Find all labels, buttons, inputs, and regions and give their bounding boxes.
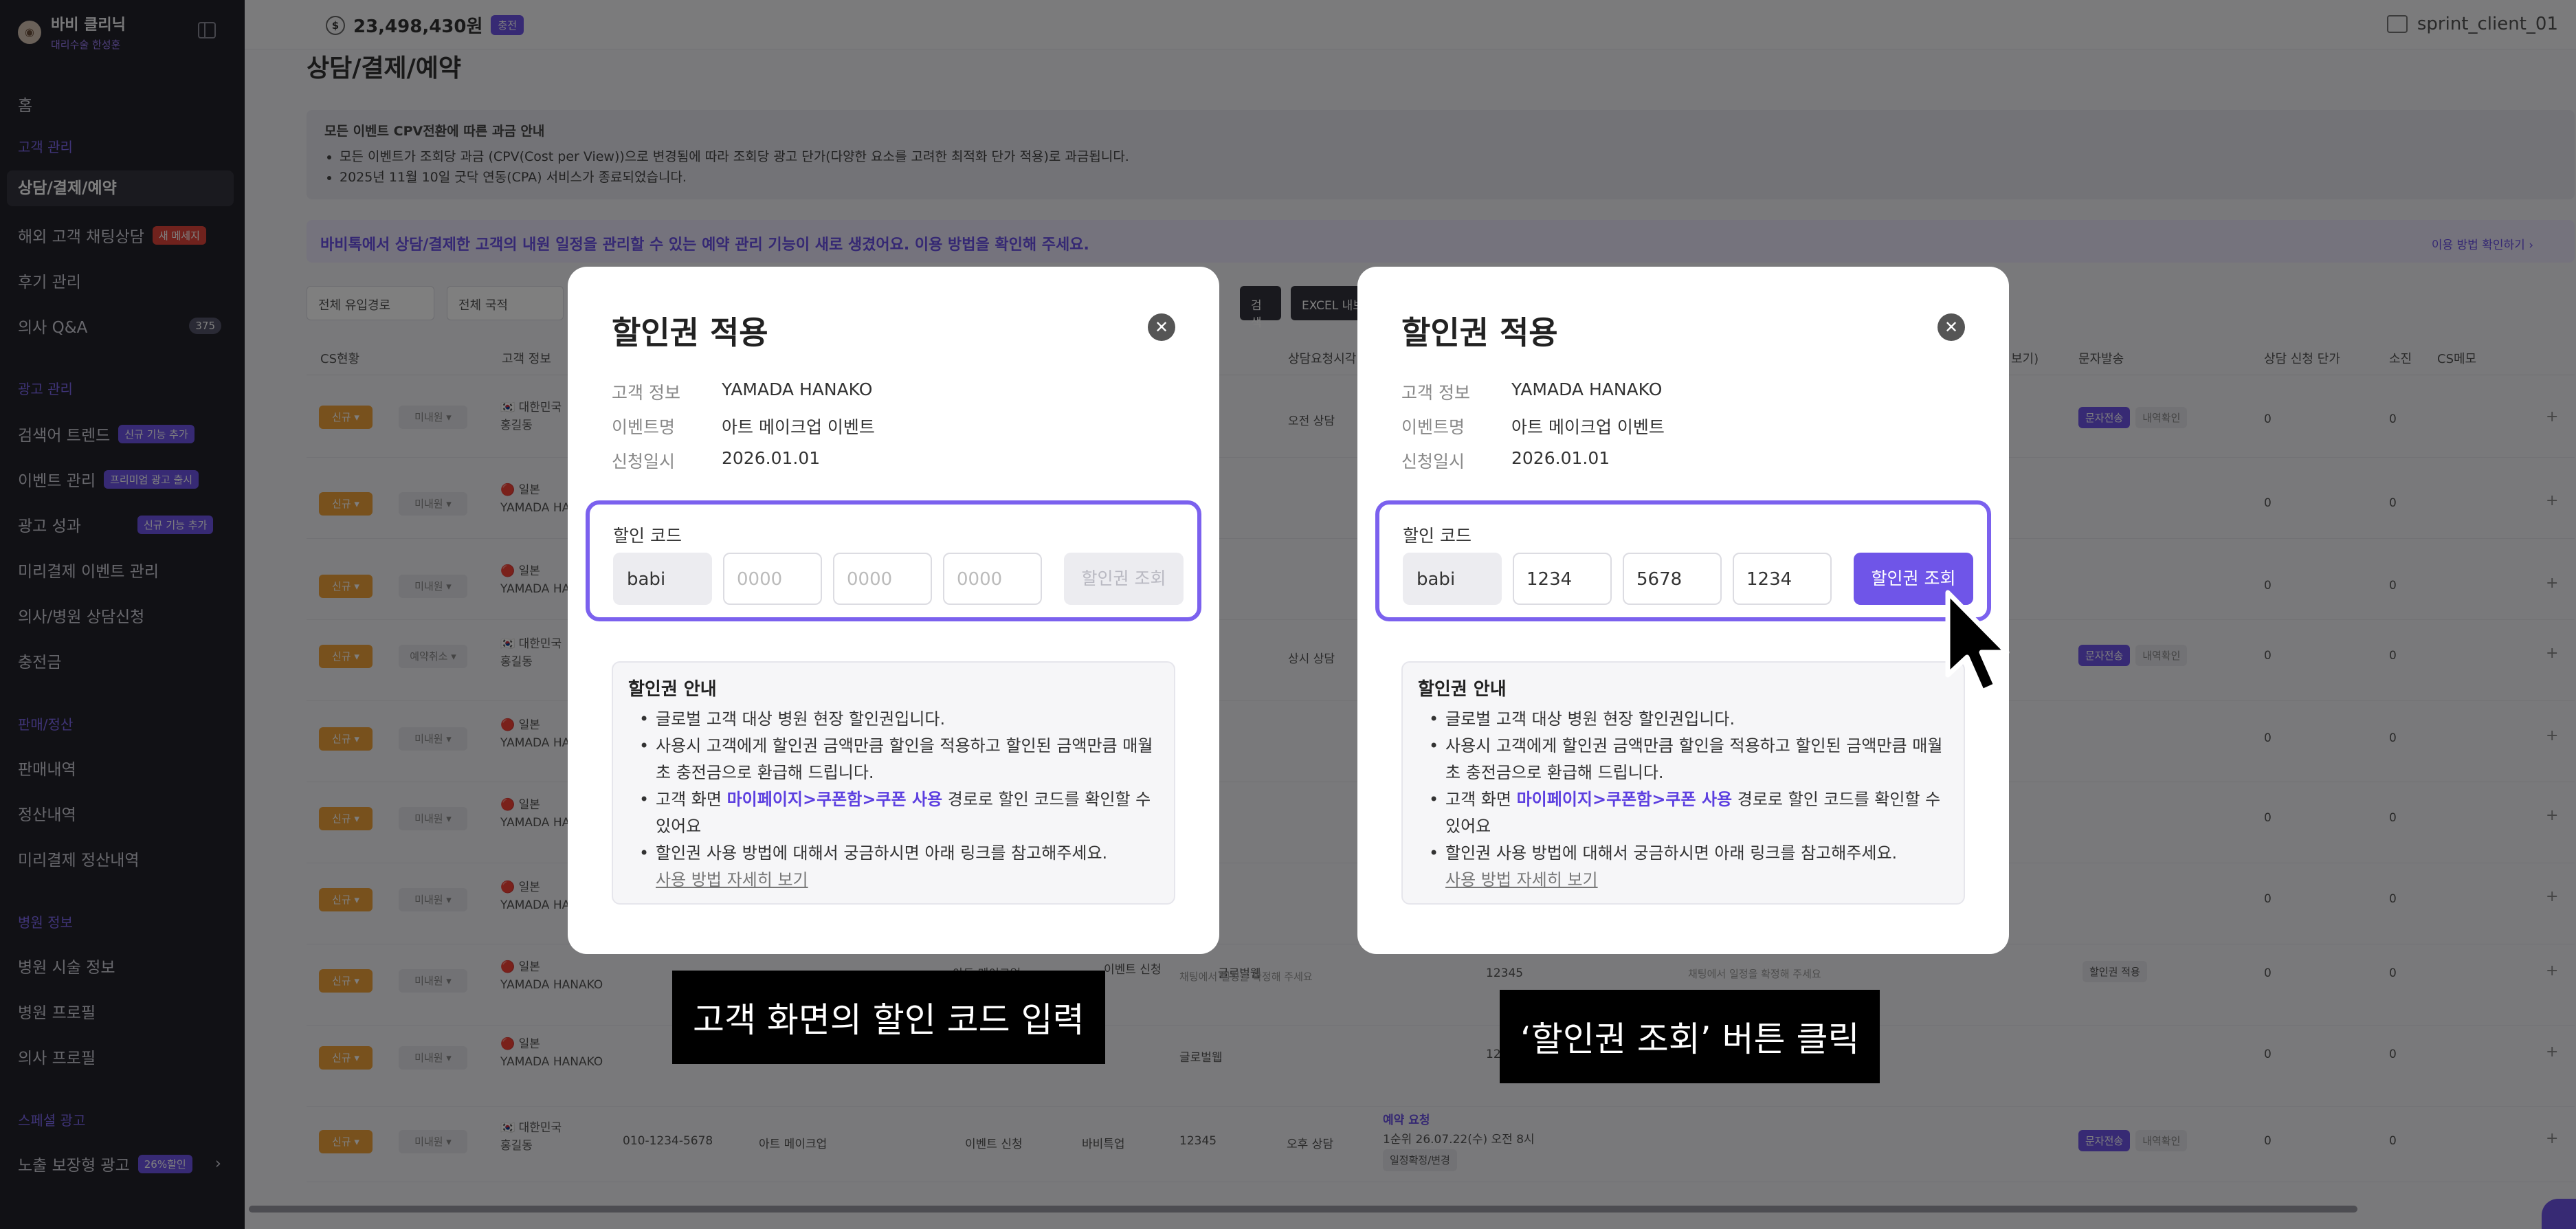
- coupon-guide: 할인권 안내 글로벌 고객 대상 병원 현장 할인권입니다. 사용시 고객에게 …: [1401, 661, 1965, 905]
- guide-item: 고객 화면 마이페이지>쿠폰함>쿠폰 사용 경로로 할인 코드를 확인할 수 있…: [1418, 786, 1948, 840]
- info-label: 고객 정보: [612, 383, 680, 403]
- info-label: 이벤트명: [1401, 417, 1465, 437]
- info-customer: 고객 정보 YAMADA HANAKO: [612, 379, 872, 404]
- code-input-2[interactable]: 0000: [833, 553, 932, 605]
- code-input-1[interactable]: 1234: [1513, 553, 1612, 605]
- guide-item: 사용시 고객에게 할인권 금액만큼 할인을 적용하고 할인된 금액만큼 매월 초…: [1418, 733, 1948, 786]
- guide-link-item: 사용 방법 자세히 보기: [1418, 867, 1948, 894]
- code-label: 할인 코드: [613, 526, 682, 546]
- code-prefix: babi: [613, 553, 712, 605]
- guide-item: 할인권 사용 방법에 대해서 궁금하시면 아래 링크를 참고해주세요.: [628, 840, 1159, 867]
- guide-title: 할인권 안내: [1418, 679, 1507, 700]
- code-prefix: babi: [1403, 553, 1502, 605]
- guide-title: 할인권 안내: [628, 679, 717, 700]
- coupon-path-highlight: 마이페이지>쿠폰함>쿠폰 사용: [726, 790, 943, 809]
- guide-item: 고객 화면 마이페이지>쿠폰함>쿠폰 사용 경로로 할인 코드를 확인할 수 있…: [628, 786, 1159, 840]
- close-icon[interactable]: ✕: [1148, 313, 1175, 341]
- code-input-1[interactable]: 0000: [723, 553, 822, 605]
- guide-text: 고객 화면: [656, 790, 727, 809]
- guide-item: 글로벌 고객 대상 병원 현장 할인권입니다.: [1418, 706, 1948, 733]
- usage-detail-link[interactable]: 사용 방법 자세히 보기: [1445, 870, 1598, 889]
- code-input-2[interactable]: 5678: [1623, 553, 1722, 605]
- info-date: 신청일시 2026.01.01: [612, 448, 820, 473]
- mouse-cursor-icon: [1945, 590, 2010, 694]
- coupon-modal-empty: 할인권 적용 ✕ 고객 정보 YAMADA HANAKO 이벤트명 아트 메이크업 …: [568, 267, 1219, 954]
- guide-text: 고객 화면: [1445, 790, 1517, 809]
- info-value: 2026.01.01: [722, 448, 821, 468]
- coupon-modal-filled: 할인권 적용 ✕ 고객 정보 YAMADA HANAKO 이벤트명 아트 메이크업 …: [1357, 267, 2009, 954]
- coupon-guide: 할인권 안내 글로벌 고객 대상 병원 현장 할인권입니다. 사용시 고객에게 …: [612, 661, 1175, 905]
- code-input-3[interactable]: 0000: [943, 553, 1042, 605]
- info-label: 고객 정보: [1401, 383, 1470, 403]
- coupon-lookup-button[interactable]: 할인권 조회: [1064, 553, 1184, 605]
- info-value: YAMADA HANAKO: [1511, 379, 1663, 399]
- info-label: 신청일시: [612, 452, 676, 472]
- code-input-3[interactable]: 1234: [1733, 553, 1832, 605]
- close-icon[interactable]: ✕: [1937, 313, 1965, 341]
- caption-left: 고객 화면의 할인 코드 입력: [672, 971, 1105, 1064]
- info-event: 이벤트명 아트 메이크업 이벤트: [612, 414, 875, 439]
- guide-item: 할인권 사용 방법에 대해서 궁금하시면 아래 링크를 참고해주세요.: [1418, 840, 1948, 867]
- modal-backdrop: [0, 0, 2576, 1229]
- info-date: 신청일시 2026.01.01: [1401, 448, 1610, 473]
- discount-code-box: 할인 코드 babi 1234 5678 1234 할인권 조회: [1375, 500, 1991, 621]
- info-customer: 고객 정보 YAMADA HANAKO: [1401, 379, 1662, 404]
- guide-item: 글로벌 고객 대상 병원 현장 할인권입니다.: [628, 706, 1159, 733]
- guide-item: 사용시 고객에게 할인권 금액만큼 할인을 적용하고 할인된 금액만큼 매월 초…: [628, 733, 1159, 786]
- modal-title: 할인권 적용: [612, 314, 768, 351]
- discount-code-box: 할인 코드 babi 0000 0000 0000 할인권 조회: [586, 500, 1201, 621]
- info-value: 아트 메이크업 이벤트: [1511, 417, 1665, 437]
- info-label: 이벤트명: [612, 417, 676, 437]
- modal-title: 할인권 적용: [1401, 314, 1558, 351]
- code-label: 할인 코드: [1403, 526, 1472, 546]
- caption-right: ‘할인권 조회’ 버튼 클릭: [1500, 990, 1880, 1083]
- info-event: 이벤트명 아트 메이크업 이벤트: [1401, 414, 1665, 439]
- coupon-path-highlight: 마이페이지>쿠폰함>쿠폰 사용: [1516, 790, 1733, 809]
- info-value: YAMADA HANAKO: [722, 379, 873, 399]
- info-value: 아트 메이크업 이벤트: [722, 417, 875, 437]
- guide-link-item: 사용 방법 자세히 보기: [628, 867, 1159, 894]
- usage-detail-link[interactable]: 사용 방법 자세히 보기: [656, 870, 808, 889]
- info-label: 신청일시: [1401, 452, 1465, 472]
- info-value: 2026.01.01: [1511, 448, 1610, 468]
